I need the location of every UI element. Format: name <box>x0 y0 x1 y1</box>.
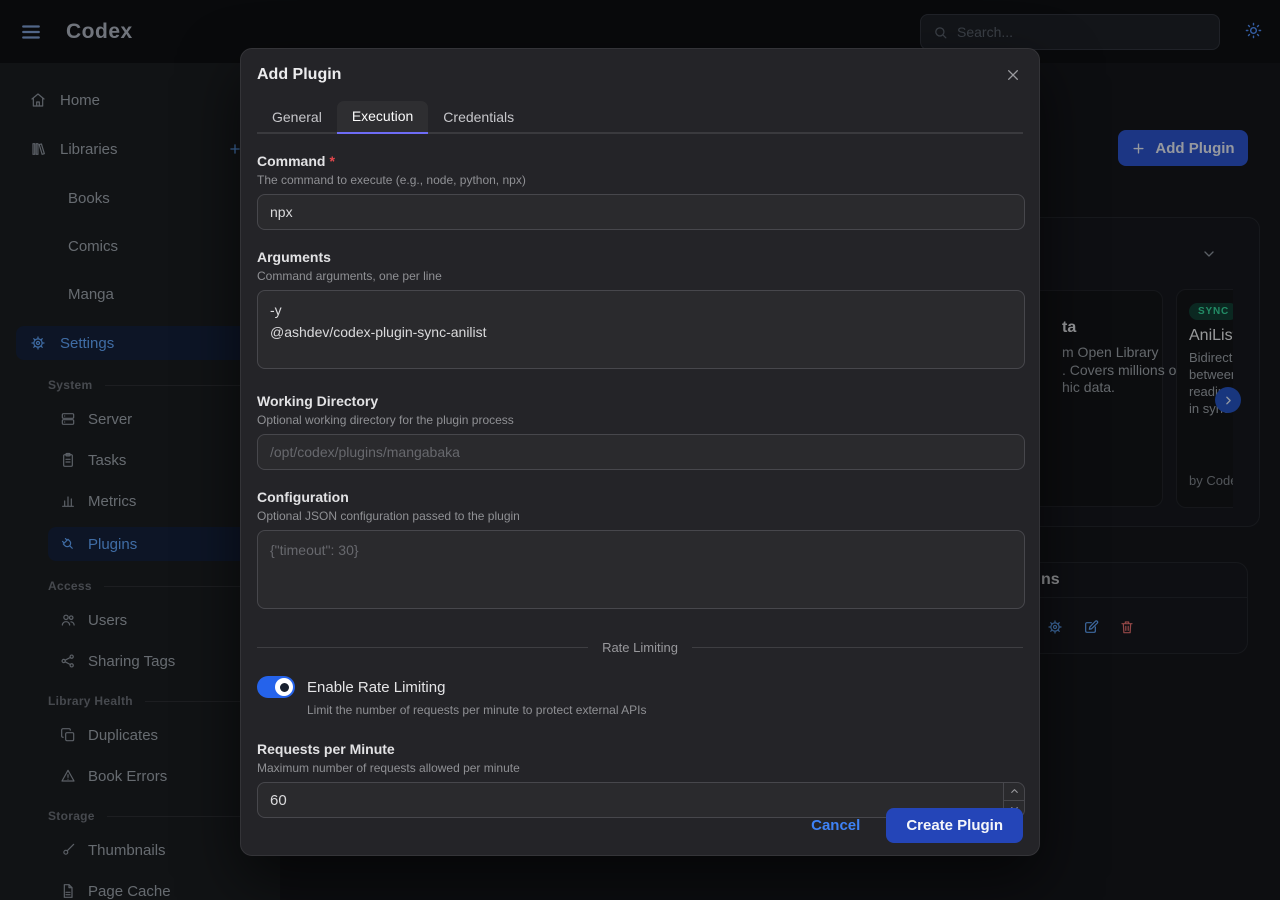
tab-general[interactable]: General <box>257 101 337 134</box>
rpm-help: Maximum number of requests allowed per m… <box>257 761 1023 775</box>
add-plugin-modal: Add Plugin General Execution Credentials… <box>240 48 1040 856</box>
working-directory-label: Working Directory <box>257 393 1023 409</box>
tab-execution[interactable]: Execution <box>337 101 428 134</box>
configuration-help: Optional JSON configuration passed to th… <box>257 509 1023 523</box>
arguments-textarea[interactable]: -y @ashdev/codex-plugin-sync-anilist <box>257 290 1025 369</box>
required-asterisk: * <box>329 153 334 169</box>
cancel-button[interactable]: Cancel <box>799 809 872 842</box>
command-input[interactable] <box>257 194 1025 230</box>
close-icon[interactable] <box>1003 65 1023 85</box>
enable-rate-limiting-toggle[interactable] <box>257 676 295 698</box>
toggle-label: Enable Rate Limiting <box>307 679 445 696</box>
modal-tabs: General Execution Credentials <box>257 101 1023 134</box>
configuration-textarea[interactable] <box>257 530 1025 609</box>
rate-limiting-divider: Rate Limiting <box>257 640 1023 655</box>
command-label: Command* <box>257 153 1023 169</box>
rpm-label: Requests per Minute <box>257 741 1023 757</box>
working-directory-input[interactable] <box>257 434 1025 470</box>
command-help: The command to execute (e.g., node, pyth… <box>257 173 1023 187</box>
rate-limiting-help: Limit the number of requests per minute … <box>307 703 1023 717</box>
modal-title: Add Plugin <box>257 66 341 84</box>
tab-credentials[interactable]: Credentials <box>428 101 529 134</box>
arguments-help: Command arguments, one per line <box>257 269 1023 283</box>
arguments-label: Arguments <box>257 249 1023 265</box>
working-directory-help: Optional working directory for the plugi… <box>257 413 1023 427</box>
stepper-up-icon[interactable] <box>1004 783 1024 801</box>
create-plugin-button[interactable]: Create Plugin <box>886 808 1023 843</box>
configuration-label: Configuration <box>257 489 1023 505</box>
